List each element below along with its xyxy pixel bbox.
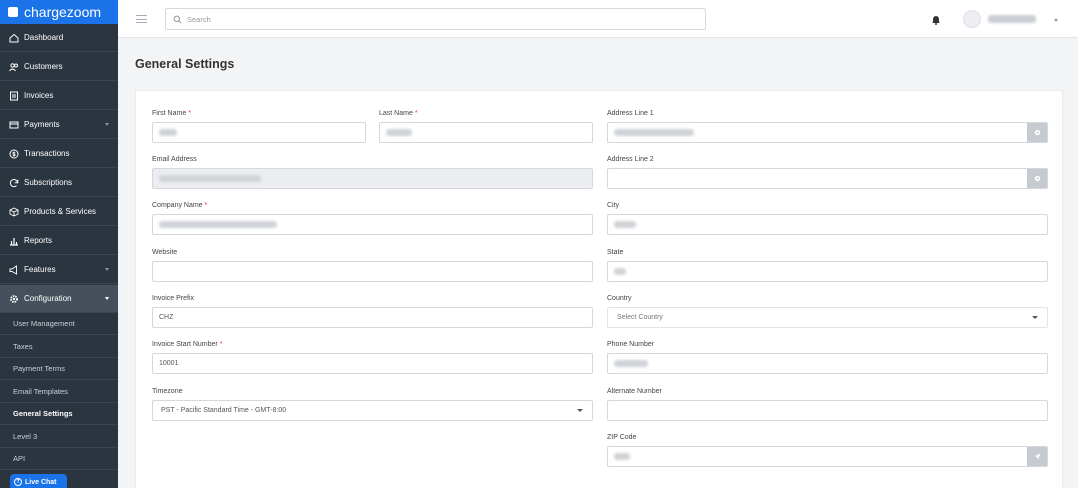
sidebar-item-customers[interactable]: Customers <box>0 53 118 81</box>
sidebar-item-features[interactable]: Features <box>0 256 118 284</box>
invoice-icon <box>8 90 19 101</box>
subitem-taxes[interactable]: Taxes <box>0 336 118 358</box>
avatar[interactable] <box>963 10 981 28</box>
search-placeholder: Search <box>187 14 211 24</box>
sidebar-item-label: Configuration <box>24 294 72 303</box>
sidebar-item-configuration[interactable]: Configuration <box>0 285 118 313</box>
last-name-label: Last Name * <box>379 110 418 117</box>
sidebar-item-products[interactable]: Products & Services <box>0 198 118 226</box>
timezone-label: Timezone <box>152 388 183 395</box>
first-name-field[interactable] <box>152 122 366 143</box>
search-icon <box>173 15 182 23</box>
city-field[interactable] <box>607 214 1048 235</box>
address1-field[interactable] <box>607 122 1048 143</box>
phone-label: Phone Number <box>607 341 655 348</box>
sidebar-item-subscriptions[interactable]: Subscriptions <box>0 169 118 197</box>
email-field <box>152 168 593 189</box>
sidebar-item-label: Payments <box>24 120 60 129</box>
website-label: Website <box>152 249 178 256</box>
menu-icon[interactable] <box>136 15 147 23</box>
invoice-prefix-label: Invoice Prefix <box>152 295 195 302</box>
zip-label: ZIP Code <box>607 434 637 441</box>
sidebar-item-label: Features <box>24 265 56 274</box>
sidebar-item-transactions[interactable]: Transactions <box>0 140 118 168</box>
alt-number-field[interactable] <box>607 400 1048 421</box>
sidebar: chargezoom Dashboard Customers Invoices … <box>0 0 118 488</box>
address1-label: Address Line 1 <box>607 110 654 117</box>
chevron-down-icon <box>577 409 583 412</box>
sidebar-item-reports[interactable]: Reports <box>0 227 118 255</box>
chevron-down-icon <box>105 123 109 126</box>
chevron-down-icon[interactable] <box>1054 19 1058 22</box>
settings-card: First Name * Last Name * Email Address C… <box>135 90 1063 488</box>
country-select[interactable]: Select Country <box>607 307 1048 328</box>
box-icon <box>8 206 19 217</box>
location-icon[interactable] <box>1027 123 1047 142</box>
bar-chart-icon <box>8 235 19 246</box>
logo[interactable]: chargezoom <box>0 0 118 24</box>
state-label: State <box>607 249 624 256</box>
live-chat-label: Live Chat <box>25 478 57 486</box>
logo-icon <box>8 7 18 17</box>
sidebar-item-label: Dashboard <box>24 33 64 42</box>
timezone-select[interactable]: PST - Pacific Standard Time - GMT-8:00 <box>152 400 593 421</box>
user-name[interactable] <box>988 15 1036 23</box>
company-name-field[interactable] <box>152 214 593 235</box>
chevron-down-icon <box>1032 316 1038 319</box>
state-field[interactable] <box>607 261 1048 282</box>
sidebar-item-label: Products & Services <box>24 207 97 216</box>
subitem-user-management[interactable]: User Management <box>0 313 118 335</box>
company-name-label: Company Name * <box>152 202 208 209</box>
country-label: Country <box>607 295 632 302</box>
dollar-icon <box>8 148 19 159</box>
sidebar-item-label: Invoices <box>24 91 54 100</box>
first-name-label: First Name * <box>152 110 191 117</box>
address2-label: Address Line 2 <box>607 156 654 163</box>
sidebar-item-label: Customers <box>24 62 63 71</box>
page-title: General Settings <box>135 57 235 71</box>
bell-icon[interactable] <box>931 14 941 25</box>
home-icon <box>8 32 19 43</box>
location-icon[interactable] <box>1027 169 1047 188</box>
alt-number-label: Alternate Number <box>607 388 662 395</box>
phone-field[interactable] <box>607 353 1048 374</box>
app-name: chargezoom <box>24 4 102 20</box>
last-name-field[interactable] <box>379 122 593 143</box>
invoice-start-field[interactable]: 10001 <box>152 353 593 374</box>
sidebar-item-label: Transactions <box>24 149 70 158</box>
gear-icon <box>8 293 19 304</box>
invoice-start-label: Invoice Start Number * <box>152 341 223 348</box>
top-bar: Search <box>118 0 1078 38</box>
refresh-icon <box>8 177 19 188</box>
sidebar-item-label: Reports <box>24 236 53 245</box>
email-label: Email Address <box>152 156 197 163</box>
sidebar-item-label: Subscriptions <box>24 178 73 187</box>
subitem-payment-terms[interactable]: Payment Terms <box>0 358 118 380</box>
chevron-down-icon <box>105 268 109 271</box>
invoice-prefix-field[interactable]: CHZ <box>152 307 593 328</box>
search-input[interactable]: Search <box>165 8 706 30</box>
subitem-email-templates[interactable]: Email Templates <box>0 381 118 403</box>
live-chat-button[interactable]: ? Live Chat <box>10 474 67 488</box>
address2-field[interactable] <box>607 168 1048 189</box>
send-icon[interactable] <box>1027 447 1047 466</box>
card-icon <box>8 119 19 130</box>
megaphone-icon <box>8 264 19 275</box>
subitem-general-settings[interactable]: General Settings <box>0 403 118 425</box>
sidebar-item-dashboard[interactable]: Dashboard <box>0 24 118 52</box>
users-icon <box>8 61 19 72</box>
timezone-value: PST - Pacific Standard Time - GMT-8:00 <box>161 407 287 414</box>
city-label: City <box>607 202 620 209</box>
subitem-api[interactable]: API <box>0 448 118 470</box>
country-value: Select Country <box>617 314 663 321</box>
zip-field[interactable] <box>607 446 1048 467</box>
website-field[interactable] <box>152 261 593 282</box>
chat-icon: ? <box>14 478 22 486</box>
sidebar-item-payments[interactable]: Payments <box>0 111 118 139</box>
sidebar-item-invoices[interactable]: Invoices <box>0 82 118 110</box>
chevron-down-icon <box>105 297 109 300</box>
subitem-level-3[interactable]: Level 3 <box>0 426 118 448</box>
